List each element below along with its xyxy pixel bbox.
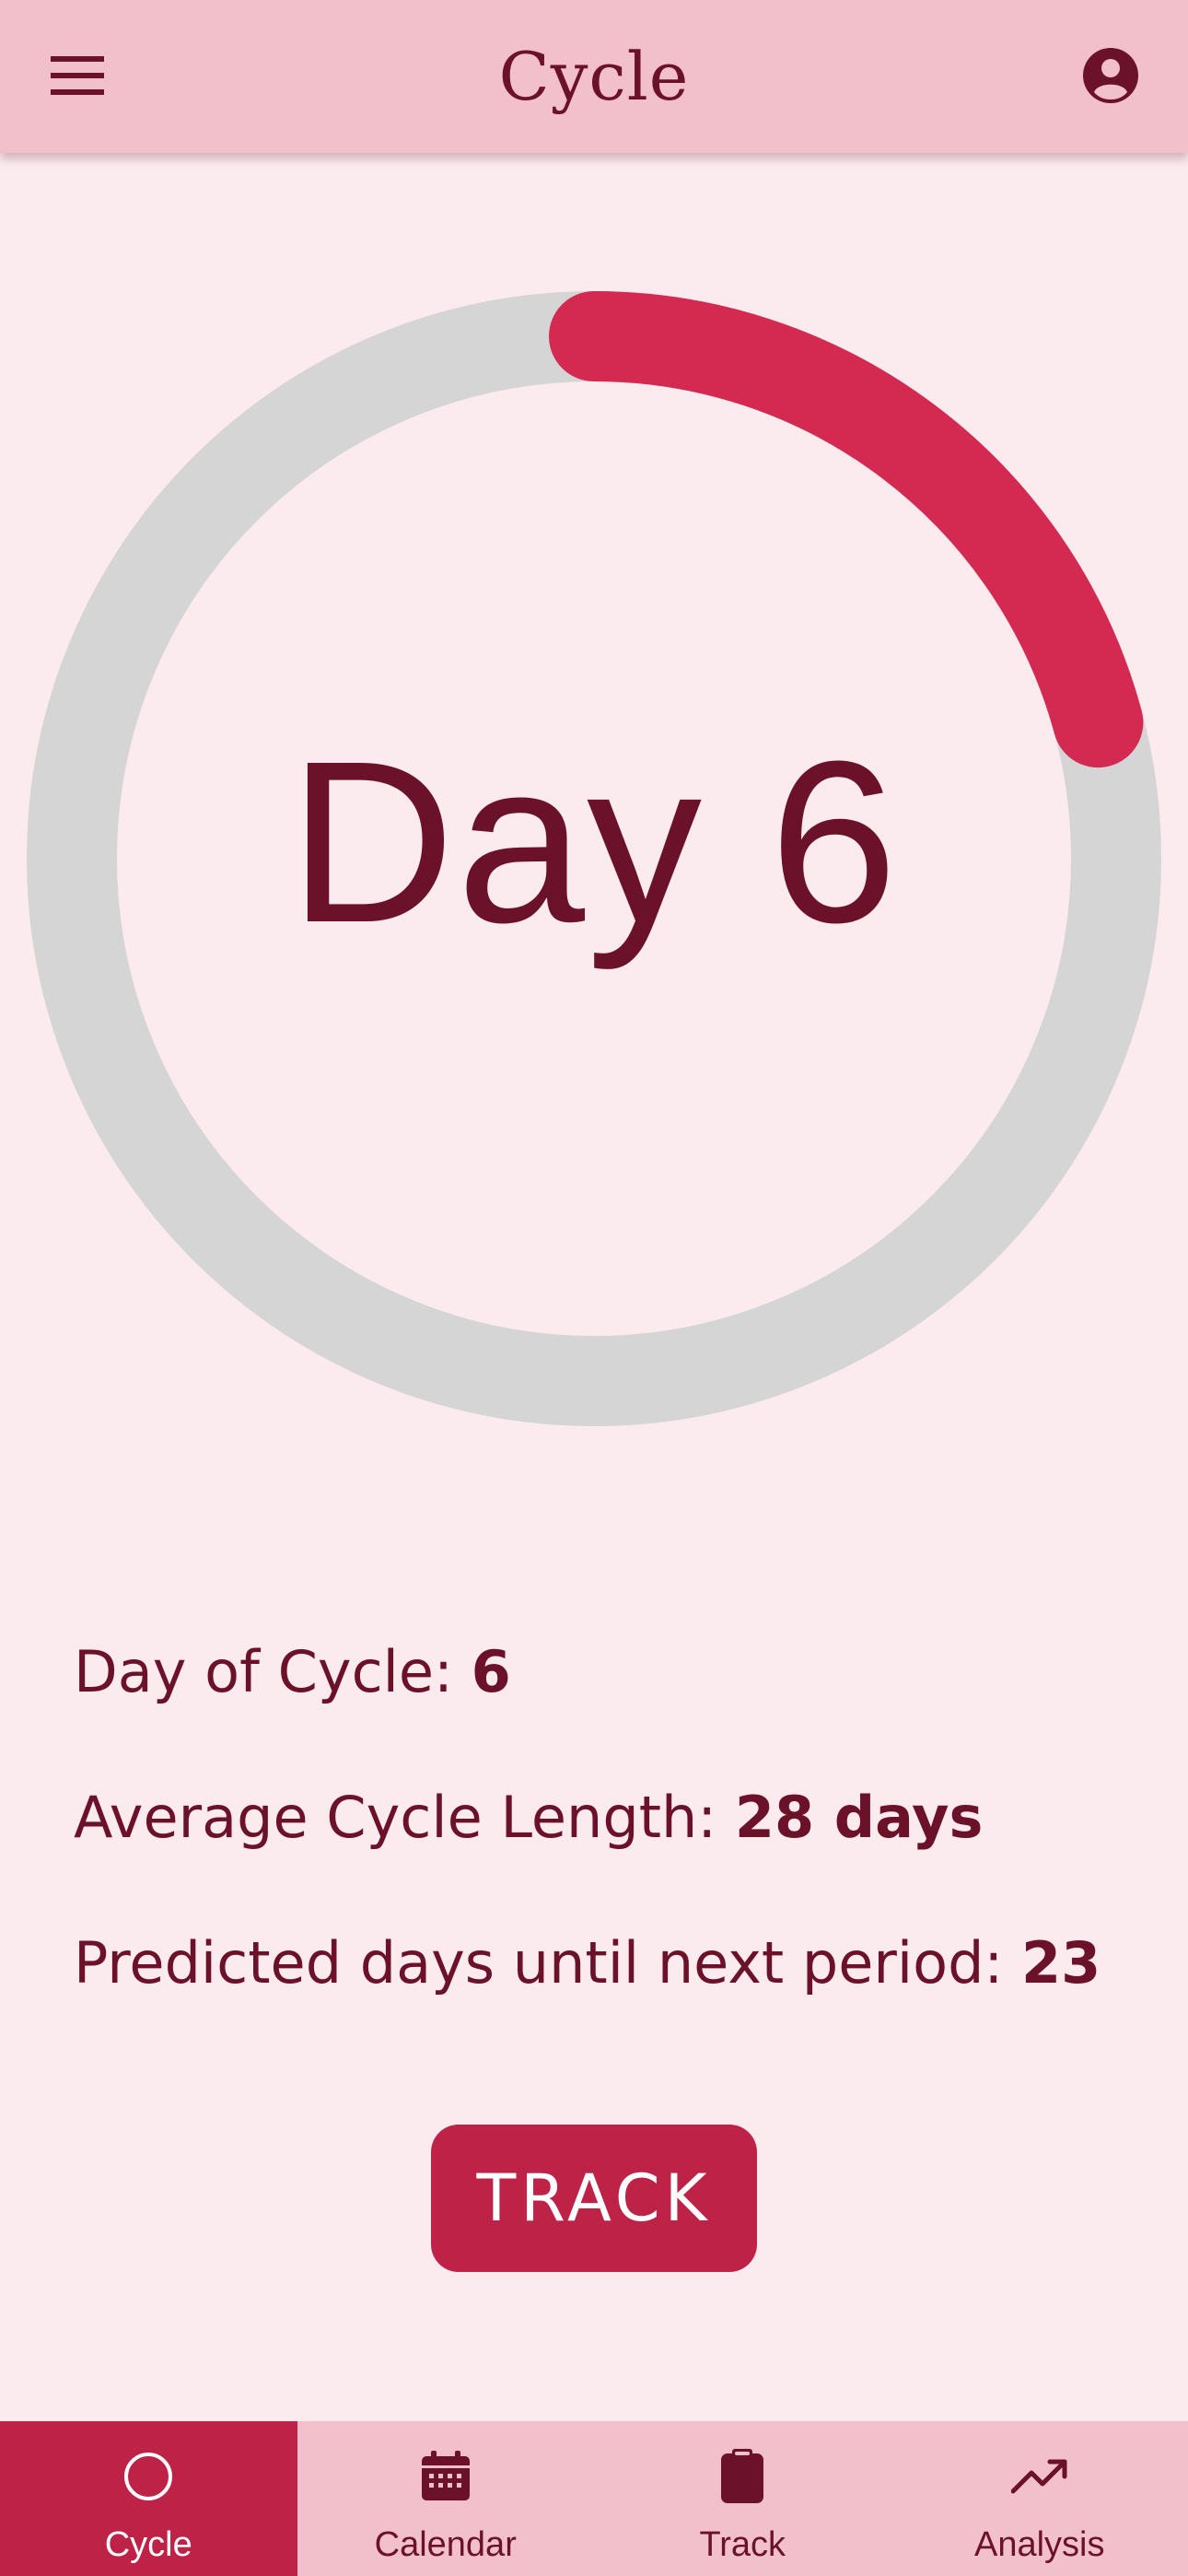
track-button[interactable]: TRACK bbox=[431, 2125, 757, 2272]
cycle-stats: Day of Cycle: 6 Average Cycle Length: 28… bbox=[74, 1631, 1133, 2067]
nav-label-track: Track bbox=[699, 2525, 786, 2564]
ring-progress-arc bbox=[549, 291, 1144, 768]
clipboard-icon bbox=[713, 2447, 772, 2506]
predicted-days-value: 23 bbox=[1021, 1929, 1101, 1996]
nav-label-analysis: Analysis bbox=[974, 2525, 1105, 2564]
predicted-days-label: Predicted days until next period: bbox=[74, 1929, 1022, 1996]
nav-label-cycle: Cycle bbox=[104, 2525, 192, 2564]
page-title: Cycle bbox=[498, 38, 690, 115]
profile-button[interactable] bbox=[1074, 41, 1147, 114]
calendar-icon bbox=[416, 2447, 475, 2506]
nav-item-calendar[interactable]: Calendar bbox=[297, 2421, 595, 2576]
nav-item-cycle[interactable]: Cycle bbox=[0, 2421, 297, 2576]
average-cycle-length-row: Average Cycle Length: 28 days bbox=[74, 1776, 1133, 1922]
average-cycle-length-label: Average Cycle Length: bbox=[74, 1784, 735, 1851]
app-bar: Cycle bbox=[0, 0, 1188, 153]
average-cycle-length-value: 28 days bbox=[734, 1784, 984, 1851]
nav-item-track[interactable]: Track bbox=[594, 2421, 891, 2576]
circle-outline-icon bbox=[119, 2447, 178, 2506]
trending-up-icon bbox=[1010, 2447, 1069, 2506]
cycle-day-label: Day 6 bbox=[288, 713, 900, 970]
predicted-days-row: Predicted days until next period: 23 bbox=[74, 1922, 1133, 2067]
nav-label-calendar: Calendar bbox=[374, 2525, 517, 2564]
day-of-cycle-label: Day of Cycle: bbox=[74, 1638, 472, 1705]
account-circle-icon bbox=[1081, 46, 1140, 109]
day-of-cycle-value: 6 bbox=[471, 1638, 511, 1705]
day-of-cycle-row: Day of Cycle: 6 bbox=[74, 1631, 1133, 1776]
bottom-navigation: Cycle Calendar Track Analysis bbox=[0, 2421, 1188, 2576]
nav-item-analysis[interactable]: Analysis bbox=[891, 2421, 1188, 2576]
